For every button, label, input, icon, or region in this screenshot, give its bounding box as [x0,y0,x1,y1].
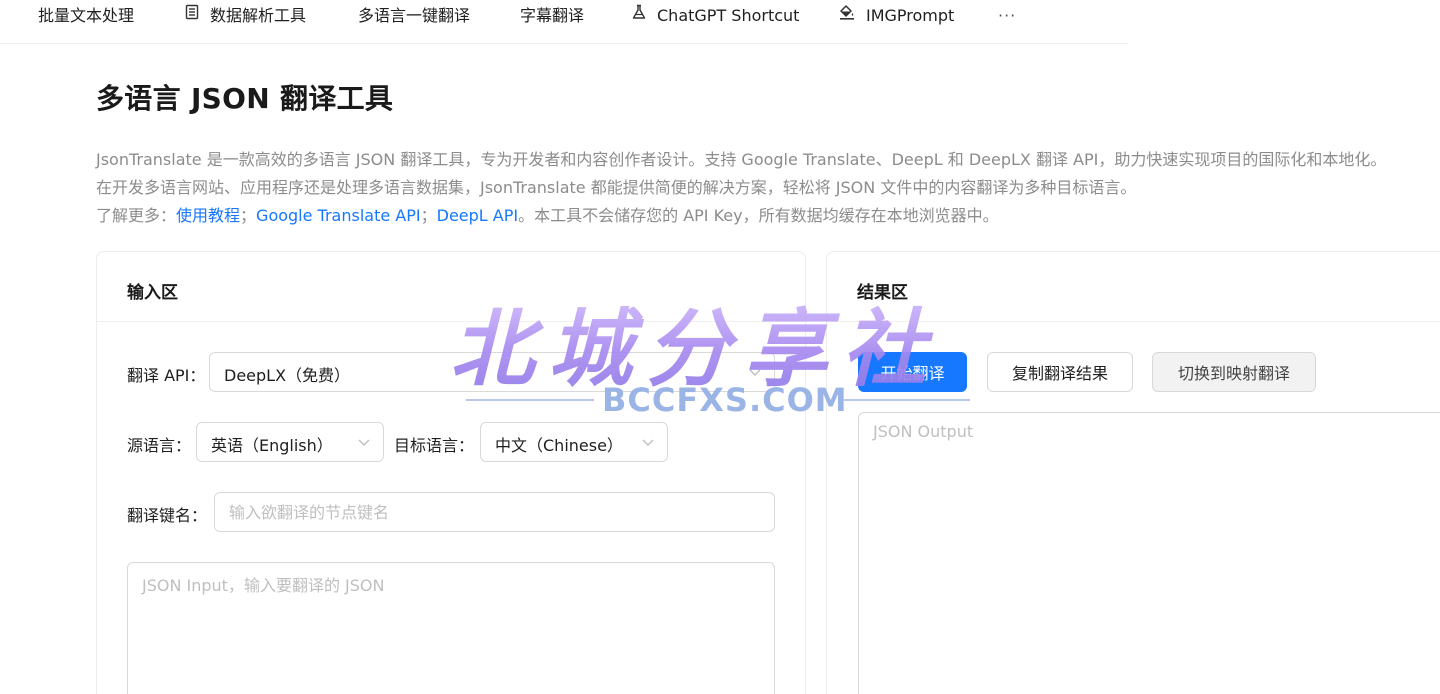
translate-key-input[interactable] [214,492,775,532]
nav-item-multilang-translate[interactable]: 多语言一键翻译 [358,0,470,32]
paint-bucket-icon [838,0,856,31]
api-select-value: DeepLX（免费） [224,366,351,385]
description-line-1: JsonTranslate 是一款高效的多语言 JSON 翻译工具，专为开发者和… [96,150,1387,169]
input-panel: 输入区 翻译 API： DeepLX（免费） 源语言： 英语（English） … [96,251,806,694]
description-line-2: 在开发多语言网站、应用程序还是处理多语言数据集，JsonTranslate 都能… [96,178,1137,197]
page-title: 多语言 JSON 翻译工具 [96,82,394,115]
source-language-value: 英语（English） [211,436,333,455]
separator: ； [420,206,437,225]
nav-item-subtitle-translate[interactable]: 字幕翻译 [520,0,584,32]
input-panel-header: 输入区 [97,252,805,322]
nav-item-label: IMGPrompt [866,6,955,25]
flask-icon [631,0,647,31]
page-description: JsonTranslate 是一款高效的多语言 JSON 翻译工具，专为开发者和… [96,146,1386,230]
nav-item-batch-text[interactable]: 批量文本处理 [38,0,134,32]
description-line-3: 了解更多：使用教程；Google Translate API；DeepL API… [96,202,1386,230]
nav-item-label: 数据解析工具 [210,6,307,25]
nav-item-label: 批量文本处理 [38,6,135,25]
start-translate-button[interactable]: 开始翻译 [858,352,967,392]
more-menu-button[interactable]: ··· [998,0,1016,32]
separator: ； [240,206,257,225]
privacy-note: 。本工具不会储存您的 API Key，所有数据均缓存在本地浏览器中。 [518,206,999,225]
top-navigation: 批量文本处理 数据解析工具 多语言一键翻译 字幕翻译 ChatGPT Short… [0,0,1128,44]
nav-item-label: ChatGPT Shortcut [657,6,800,25]
nav-item-label: 多语言一键翻译 [358,6,471,25]
json-output-textarea[interactable] [858,412,1440,694]
source-language-select[interactable]: 英语（English） [196,422,384,462]
chevron-down-icon [357,434,371,453]
result-panel: 结果区 开始翻译 复制翻译结果 切换到映射翻译 [826,251,1440,694]
nav-item-data-parser[interactable]: 数据解析工具 [184,0,306,32]
tutorial-link[interactable]: 使用教程 [176,206,240,225]
deepl-api-link[interactable]: DeepL API [437,206,518,225]
copy-result-button[interactable]: 复制翻译结果 [987,352,1133,392]
target-language-label: 目标语言： [394,436,475,455]
translate-key-label: 翻译键名： [127,506,208,525]
chevron-down-icon [748,364,762,383]
nav-item-chatgpt-shortcut[interactable]: ChatGPT Shortcut [631,0,799,32]
source-language-label: 源语言： [127,436,192,455]
document-list-icon [184,0,200,31]
nav-item-imgprompt[interactable]: IMGPrompt [838,0,954,32]
result-panel-header: 结果区 [827,252,1440,322]
target-language-select[interactable]: 中文（Chinese） [480,422,668,462]
api-select[interactable]: DeepLX（免费） [209,352,775,392]
switch-mapping-button[interactable]: 切换到映射翻译 [1152,352,1316,392]
result-panel-title: 结果区 [857,283,908,303]
chevron-down-icon [641,434,655,453]
input-panel-title: 输入区 [127,283,178,303]
json-input-textarea[interactable] [127,562,775,694]
target-language-value: 中文（Chinese） [495,436,623,455]
api-label: 翻译 API： [127,366,206,385]
google-translate-api-link[interactable]: Google Translate API [256,206,421,225]
ellipsis-icon: ··· [998,6,1017,25]
learn-more-label: 了解更多： [96,206,177,225]
nav-item-label: 字幕翻译 [520,6,585,25]
